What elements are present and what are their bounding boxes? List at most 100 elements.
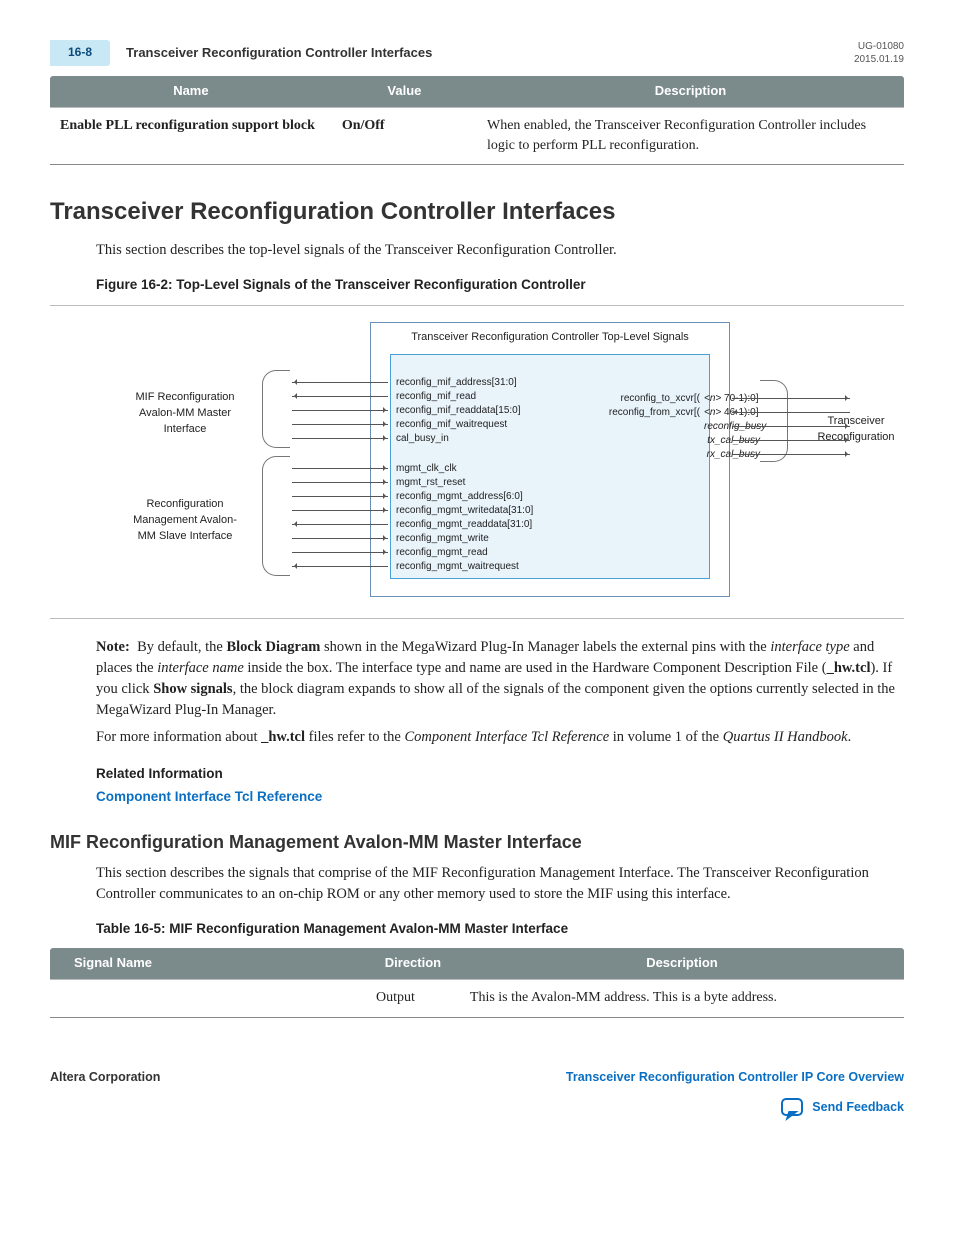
signal-name: reconfig_mif_waitrequest (396, 418, 521, 432)
th-direction: Direction (366, 948, 460, 979)
signal-name: reconfig_mgmt_readdata[31:0] (396, 518, 533, 532)
th-desc: Description (460, 948, 904, 979)
th-desc: Description (477, 76, 904, 107)
table-row: Enable PLL reconfiguration support block… (50, 107, 904, 165)
cell-direction: Output (366, 980, 460, 1017)
arrow-icon (292, 538, 388, 539)
subsection-intro: This section describes the signals that … (96, 863, 904, 905)
arrow-icon (292, 482, 388, 483)
signal-name: reconfig_mgmt_read (396, 546, 533, 560)
signal-table: Signal Name Direction Description Output… (50, 948, 904, 1017)
note-text: Show signals (153, 681, 232, 697)
signal-n: <n> (704, 393, 721, 404)
arrow-icon (292, 410, 388, 411)
diagram-title: Transceiver Reconfiguration Controller T… (370, 330, 730, 346)
related-info-heading: Related Information (96, 764, 904, 784)
doc-meta: UG-01080 2015.01.19 (854, 40, 904, 66)
signal-name: reconfig_mgmt_address[6:0] (396, 490, 533, 504)
section-intro: This section describes the top-level sig… (96, 240, 904, 261)
th-signal-name: Signal Name (50, 948, 366, 979)
brace-icon (262, 456, 290, 576)
note-text: _hw.tcl (827, 660, 871, 676)
arrow-group (292, 461, 388, 573)
running-header-title: Transceiver Reconfiguration Controller I… (126, 44, 854, 63)
arrow-icon (292, 424, 388, 425)
note-text: Block Diagram (226, 639, 320, 655)
note-text: shown in the MegaWizard Plug-In Manager … (320, 639, 770, 655)
text: Quartus II Handbook (723, 729, 848, 745)
arrow-icon (292, 396, 388, 397)
signal-name: reconfig_mif_read (396, 390, 521, 404)
signal-name: mgmt_rst_reset (396, 476, 533, 490)
note-label: Note: (96, 639, 130, 655)
related-info-link[interactable]: Component Interface Tcl Reference (96, 789, 322, 804)
arrow-icon (292, 524, 388, 525)
cell-name: Enable PLL reconfiguration support block (50, 107, 332, 165)
section-heading: Transceiver Reconfiguration Controller I… (50, 195, 904, 230)
doc-date: 2015.01.19 (854, 53, 904, 66)
diagram-label-mgmt: Reconfiguration Management Avalon-MM Sla… (130, 497, 240, 545)
arrow-icon (292, 468, 388, 469)
arrow-icon (292, 438, 388, 439)
page-number-tab: 16-8 (50, 40, 110, 65)
arrow-icon (732, 426, 850, 427)
arrow-group (292, 375, 388, 445)
footer-company: Altera Corporation (50, 1068, 160, 1086)
table-row: Output This is the Avalon-MM address. Th… (50, 980, 904, 1017)
signal-n: <n> (704, 407, 721, 418)
text: Component Interface Tcl Reference (404, 729, 609, 745)
page-footer: Altera Corporation Transceiver Reconfigu… (50, 1068, 904, 1086)
subsection-heading: MIF Reconfiguration Management Avalon-MM… (50, 829, 904, 855)
note-text: interface name (157, 660, 244, 676)
signal-name: cal_busy_in (396, 432, 521, 446)
signal-name: reconfig_mif_readdata[15:0] (396, 404, 521, 418)
arrow-icon (292, 566, 388, 567)
signal-name: reconfig_to_xcvr[( (590, 392, 700, 406)
note-text: By default, the (137, 639, 226, 655)
table-caption: Table 16-5: MIF Reconfiguration Manageme… (96, 919, 904, 939)
text: For more information about (96, 729, 261, 745)
arrow-icon (292, 510, 388, 511)
arrow-icon (292, 382, 388, 383)
arrow-icon (292, 552, 388, 553)
th-value: Value (332, 76, 477, 107)
arrow-icon (732, 454, 850, 455)
feedback-icon[interactable] (781, 1098, 803, 1116)
diagram-label-mif: MIF Reconfiguration Avalon-MM Master Int… (130, 390, 240, 438)
cell-value: On/Off (332, 107, 477, 165)
signal-name: reconfig_from_xcvr[( (590, 406, 700, 420)
signal-name: mgmt_clk_clk (396, 462, 533, 476)
note-block: Note: By default, the Block Diagram show… (96, 637, 904, 721)
arrow-icon (732, 398, 850, 399)
arrow-icon (732, 440, 850, 441)
signal-list-xcvr-left: reconfig_to_xcvr[( reconfig_from_xcvr[( (590, 392, 700, 420)
arrow-icon (292, 496, 388, 497)
figure-16-2: Transceiver Reconfiguration Controller T… (50, 305, 904, 619)
footer-overview-link[interactable]: Transceiver Reconfiguration Controller I… (566, 1068, 904, 1086)
signal-list-mif: reconfig_mif_address[31:0] reconfig_mif_… (396, 376, 521, 446)
cell-desc: This is the Avalon-MM address. This is a… (460, 980, 904, 1017)
th-name: Name (50, 76, 332, 107)
text: . (848, 729, 852, 745)
cell-desc: When enabled, the Transceiver Reconfigur… (477, 107, 904, 165)
signal-list-mgmt: mgmt_clk_clk mgmt_rst_reset reconfig_mgm… (396, 462, 533, 574)
arrow-icon (732, 412, 850, 413)
param-table: Name Value Description Enable PLL reconf… (50, 76, 904, 165)
send-feedback-link[interactable]: Send Feedback (812, 1100, 904, 1114)
arrow-group (732, 391, 850, 461)
note-text: inside the box. The interface type and n… (244, 660, 827, 676)
text: files refer to the (305, 729, 404, 745)
signal-name: reconfig_mgmt_writedata[31:0] (396, 504, 533, 518)
signal-name: reconfig_mif_address[31:0] (396, 376, 521, 390)
page-header: 16-8 Transceiver Reconfiguration Control… (50, 40, 904, 66)
text: in volume 1 of the (609, 729, 723, 745)
signal-name: reconfig_mgmt_write (396, 532, 533, 546)
text: _hw.tcl (261, 729, 305, 745)
signal-name: reconfig_mgmt_waitrequest (396, 560, 533, 574)
doc-id: UG-01080 (854, 40, 904, 53)
body-paragraph: For more information about _hw.tcl files… (96, 727, 904, 748)
figure-caption: Figure 16-2: Top-Level Signals of the Tr… (96, 275, 904, 295)
brace-icon (262, 370, 290, 448)
cell-signal-name (50, 980, 366, 1017)
note-text: interface type (770, 639, 849, 655)
